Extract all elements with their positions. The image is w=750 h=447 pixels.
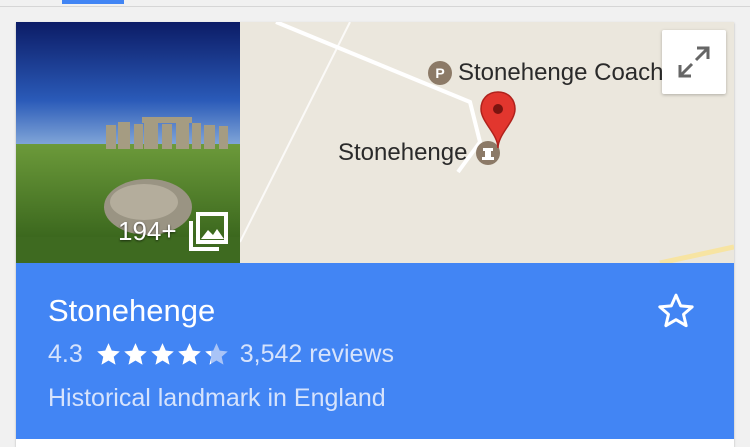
- photo-count: 194+: [118, 216, 177, 246]
- photo-library-icon: [189, 212, 228, 251]
- review-count[interactable]: 3,542 reviews: [240, 340, 394, 369]
- place-card: 194+ P Stonehenge Coach Park Stonehenge: [16, 22, 734, 447]
- map-view[interactable]: P Stonehenge Coach Park Stonehenge: [240, 22, 734, 263]
- save-star-button[interactable]: [656, 291, 696, 331]
- rating-star-icon: [178, 342, 201, 365]
- active-tab-indicator: [62, 0, 124, 4]
- place-category: Historical landmark in England: [48, 384, 386, 412]
- rating-stars: [95, 341, 230, 368]
- rating-row[interactable]: 4.3 3,542 reviews: [48, 339, 394, 369]
- rating-star-icon: [151, 342, 174, 365]
- parking-icon: P: [428, 61, 452, 85]
- rating-value: 4.3: [48, 339, 83, 368]
- place-photo[interactable]: 194+: [16, 22, 240, 263]
- rating-star-icon: [124, 342, 147, 365]
- expand-icon: [678, 46, 710, 78]
- expand-map-button[interactable]: [662, 30, 726, 94]
- place-info-panel[interactable]: Stonehenge 4.3 3,542 reviews Historical …: [16, 263, 734, 439]
- place-title: Stonehenge: [48, 293, 216, 328]
- rating-star-icon: [205, 342, 228, 365]
- rating-star-icon: [97, 342, 120, 365]
- map-pin-icon: [480, 91, 516, 149]
- poi-stonehenge-label: Stonehenge: [338, 139, 468, 166]
- poi-stonehenge[interactable]: Stonehenge: [338, 138, 501, 168]
